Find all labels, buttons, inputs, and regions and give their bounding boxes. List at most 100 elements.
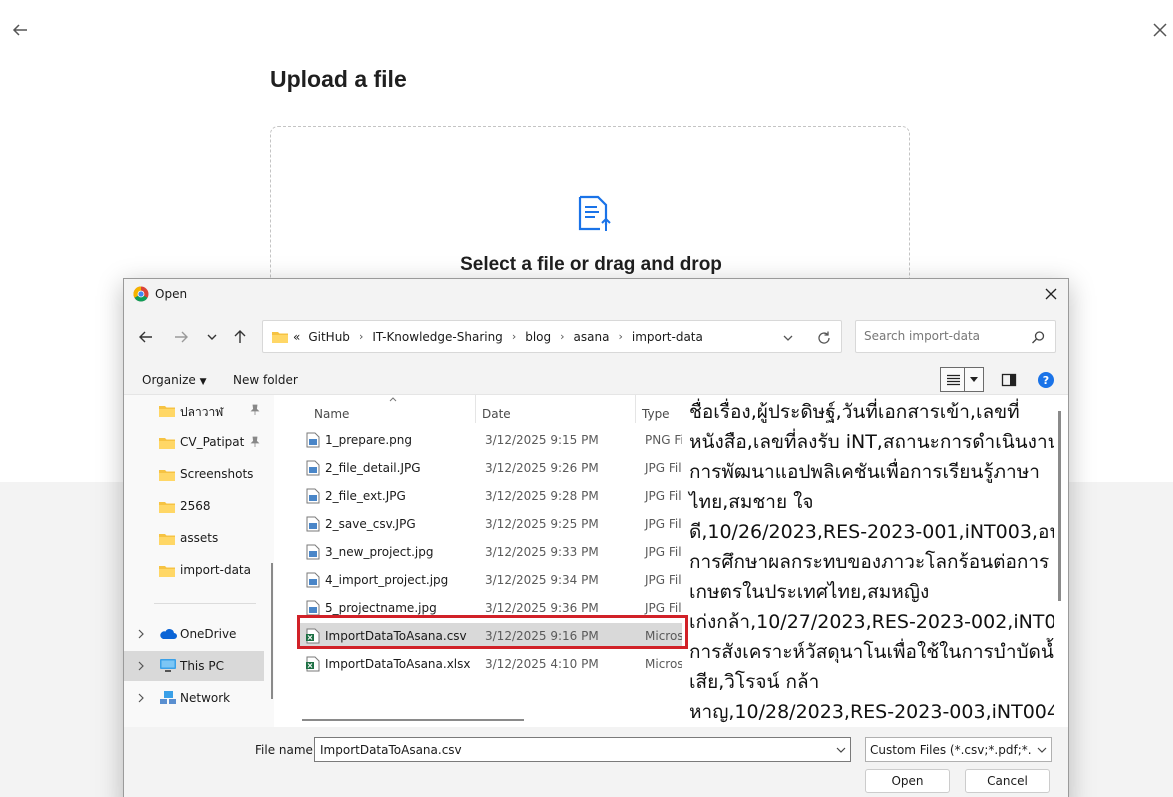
sidebar-item-label: Network: [180, 691, 231, 705]
sidebar-item-label: Screenshots: [180, 467, 254, 481]
file-row[interactable]: 2_file_detail.JPG 3/12/2025 9:26 PM JPG …: [298, 455, 684, 481]
change-view-button[interactable]: [940, 367, 984, 392]
search-icon[interactable]: [1031, 330, 1046, 345]
breadcrumb-overflow[interactable]: «: [293, 330, 300, 344]
column-separator[interactable]: [635, 395, 636, 423]
pin-icon: [250, 436, 260, 447]
dialog-close-icon[interactable]: [1042, 285, 1060, 303]
image-file-icon: [306, 488, 320, 504]
search-input[interactable]: [864, 329, 1024, 343]
column-header-name[interactable]: Name: [314, 407, 349, 421]
folder-icon: [159, 502, 175, 513]
column-header-type[interactable]: Type: [642, 407, 670, 421]
sidebar-item-onedrive[interactable]: OneDrive: [124, 619, 264, 649]
navigation-bar: « GitHub › IT-Knowledge-Sharing › blog ›…: [124, 309, 1068, 365]
preview-pane-icon[interactable]: [1000, 371, 1018, 389]
file-row[interactable]: 2_save_csv.JPG 3/12/2025 9:25 PM JPG Fil…: [298, 511, 684, 537]
recent-locations-icon[interactable]: [202, 328, 222, 346]
sidebar-item-quick-3[interactable]: Screenshots: [124, 459, 264, 489]
file-type: JPG File: [645, 517, 684, 531]
selection-highlight-box: [297, 615, 688, 649]
address-bar[interactable]: « GitHub › IT-Knowledge-Sharing › blog ›…: [262, 320, 842, 353]
file-name: 2_save_csv.JPG: [325, 517, 416, 531]
image-file-icon: [306, 460, 320, 476]
sidebar-item-this-pc[interactable]: This PC: [124, 651, 264, 681]
sidebar-item-network[interactable]: Network: [124, 683, 264, 713]
preview-text-line: เสีย,วิโรจน์ กล้า: [689, 671, 820, 693]
sidebar-item-label: ปลาวาฬ: [180, 405, 224, 419]
excel-file-icon: [306, 656, 320, 672]
back-icon[interactable]: [136, 328, 156, 346]
file-name-field[interactable]: ImportDataToAsana.csv: [314, 737, 851, 762]
sidebar-item-quick-5[interactable]: assets: [124, 523, 264, 553]
chevron-down-icon[interactable]: [835, 745, 847, 755]
file-type-value: Custom Files (*.csv;*.pdf;*.docx: [870, 743, 1032, 757]
dialog-content: ปลาวาฬ CV_Patipat Screenshots 2568 asset…: [124, 395, 1068, 727]
breadcrumb-blog[interactable]: blog: [525, 330, 551, 344]
file-row[interactable]: 2_file_ext.JPG 3/12/2025 9:28 PM JPG Fil…: [298, 483, 684, 509]
breadcrumb-separator: ›: [618, 330, 623, 343]
sidebar-item-quick-6[interactable]: import-data: [124, 555, 264, 585]
upload-page: Upload a file Select a file or drag and …: [0, 0, 1173, 797]
open-button[interactable]: Open: [865, 769, 950, 793]
horizontal-scrollbar[interactable]: [302, 719, 524, 721]
file-name: 4_import_project.jpg: [325, 573, 449, 587]
organize-label: Organize: [142, 373, 196, 387]
sidebar-item-label: OneDrive: [180, 627, 237, 641]
preview-text-line: ไทย,สมชาย ใจ: [689, 491, 814, 513]
column-separator[interactable]: [475, 395, 476, 423]
breadcrumb-it-knowledge-sharing[interactable]: IT-Knowledge-Sharing: [372, 330, 502, 344]
dialog-titlebar: Open: [124, 279, 1068, 309]
chevron-right-icon[interactable]: [136, 629, 146, 639]
sidebar-item-quick-4[interactable]: 2568: [124, 491, 264, 521]
folder-icon: [159, 438, 175, 449]
preview-scrollbar[interactable]: [1058, 411, 1061, 601]
up-folder-icon[interactable]: [230, 328, 250, 346]
search-box[interactable]: [855, 320, 1056, 353]
image-file-icon: [306, 572, 320, 588]
column-header-date[interactable]: Date: [482, 407, 511, 421]
sidebar-scrollbar[interactable]: [271, 563, 273, 699]
chevron-right-icon[interactable]: [136, 693, 146, 703]
new-folder-button[interactable]: New folder: [233, 373, 298, 387]
chevron-down-icon[interactable]: [781, 331, 795, 345]
preview-text-line: การพัฒนาแอปพลิเคชันเพื่อการเรียนรู้ภาษา: [689, 461, 1040, 483]
file-type-select[interactable]: Custom Files (*.csv;*.pdf;*.docx: [865, 737, 1052, 762]
breadcrumb-import-data[interactable]: import-data: [632, 330, 703, 344]
help-icon[interactable]: ?: [1037, 371, 1055, 389]
file-type: JPG File: [645, 601, 684, 615]
organize-button[interactable]: Organize ▼: [142, 373, 207, 387]
forward-icon[interactable]: [171, 328, 191, 346]
breadcrumb-separator: ›: [358, 330, 364, 343]
refresh-icon[interactable]: [816, 330, 832, 346]
file-row[interactable]: 3_new_project.jpg 3/12/2025 9:33 PM JPG …: [298, 539, 684, 565]
file-type: JPG File: [645, 573, 684, 587]
dropzone-text: Select a file or drag and drop: [460, 254, 722, 275]
cancel-button[interactable]: Cancel: [965, 769, 1050, 793]
upload-document-icon: [578, 195, 611, 231]
chevron-right-icon[interactable]: [136, 661, 146, 671]
file-date: 3/12/2025 9:26 PM: [485, 461, 599, 475]
preview-text-line: เก่งกล้า,10/27/2023,RES-2023-002,iNT001,: [689, 611, 1054, 633]
chrome-icon: [133, 286, 149, 302]
sidebar-item-label: 2568: [180, 499, 211, 513]
file-name: 2_file_detail.JPG: [325, 461, 421, 475]
open-file-dialog: Open « GitHub › IT-Knowledge-Sharing › b…: [123, 278, 1069, 797]
folder-icon: [159, 534, 175, 545]
close-icon[interactable]: [1150, 20, 1170, 40]
file-row[interactable]: ImportDataToAsana.xlsx 3/12/2025 4:10 PM…: [298, 651, 684, 677]
breadcrumb-github[interactable]: GitHub: [308, 330, 350, 344]
sidebar-item-quick-1[interactable]: ปลาวาฬ: [124, 395, 264, 425]
file-name: 1_prepare.png: [325, 433, 412, 447]
back-arrow-icon[interactable]: [10, 20, 30, 40]
image-file-icon: [306, 516, 320, 532]
image-file-icon: [306, 600, 320, 616]
file-name: 3_new_project.jpg: [325, 545, 434, 559]
sidebar-item-label: assets: [180, 531, 219, 545]
breadcrumb-asana[interactable]: asana: [574, 330, 610, 344]
file-row[interactable]: 1_prepare.png 3/12/2025 9:15 PM PNG File: [298, 427, 684, 453]
file-row[interactable]: 4_import_project.jpg 3/12/2025 9:34 PM J…: [298, 567, 684, 593]
image-file-icon: [306, 432, 320, 448]
sidebar-item-quick-2[interactable]: CV_Patipat: [124, 427, 264, 457]
file-name: ImportDataToAsana.xlsx: [325, 657, 471, 671]
